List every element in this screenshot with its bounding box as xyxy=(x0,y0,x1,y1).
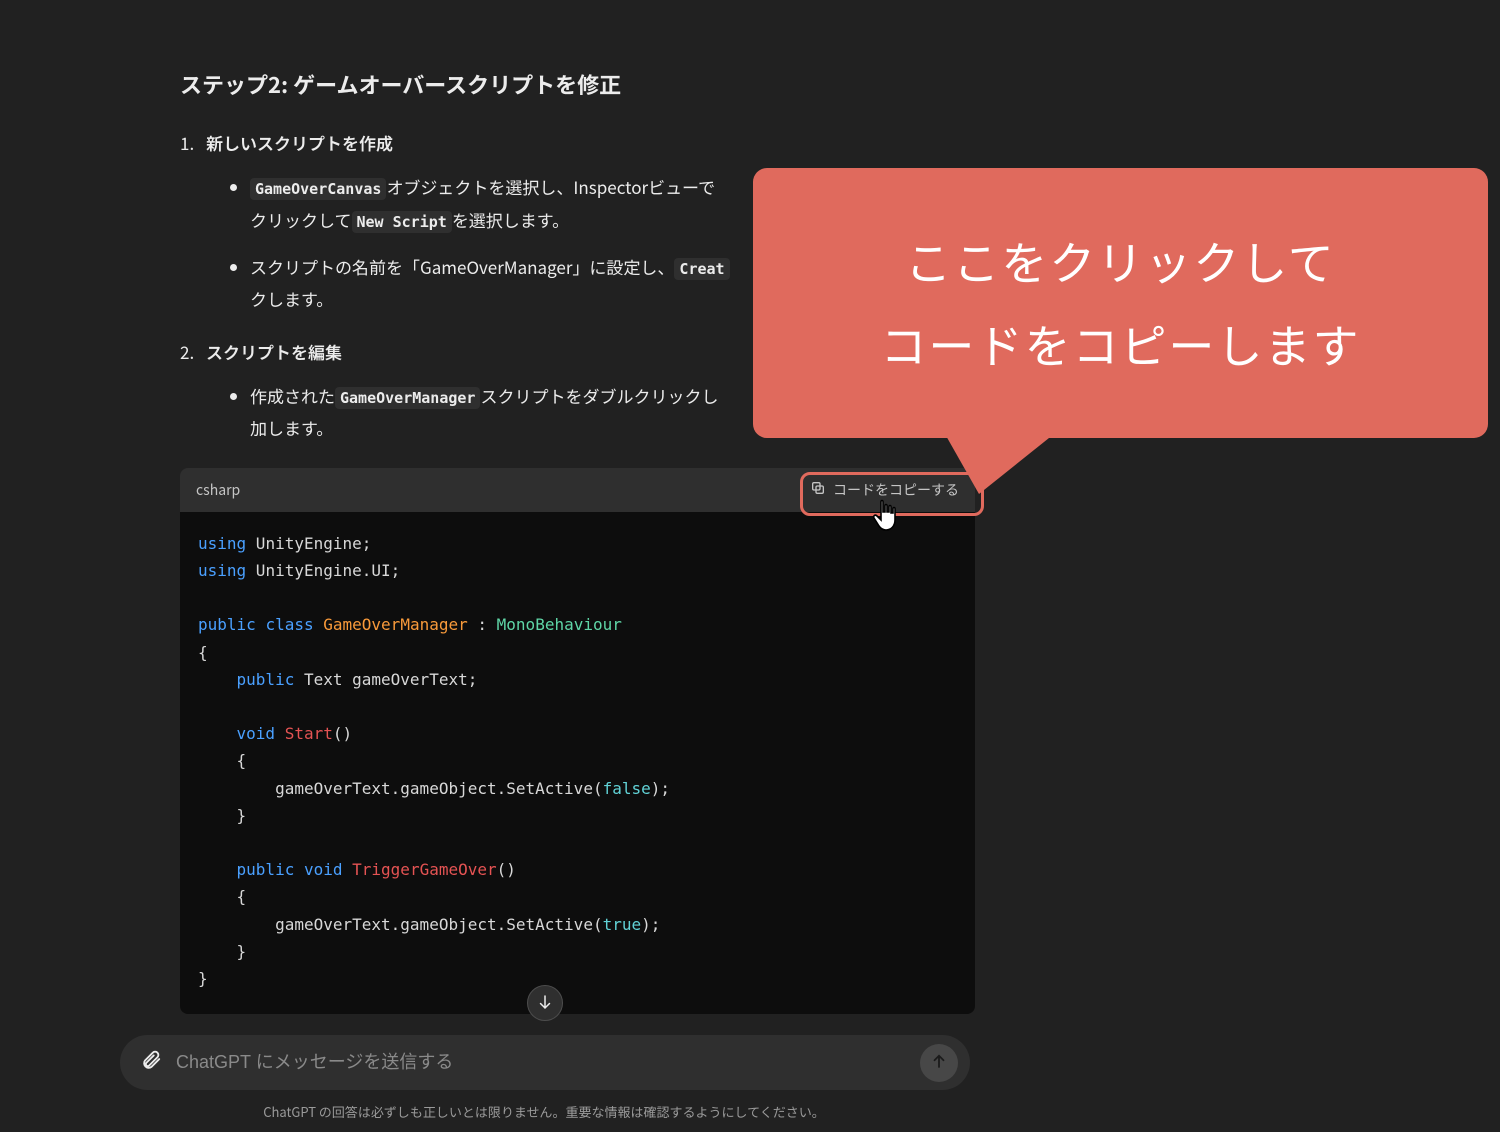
code-language-label: csharp xyxy=(196,480,240,500)
copy-code-button[interactable]: コードをコピーする xyxy=(810,480,959,500)
send-button[interactable] xyxy=(920,1044,958,1082)
text: 作成された xyxy=(250,383,335,408)
callout-tail xyxy=(945,434,1054,494)
inline-code: GameOverManager xyxy=(335,387,480,409)
code-body[interactable]: using UnityEngine; using UnityEngine.UI;… xyxy=(180,512,975,1014)
chat-input[interactable] xyxy=(164,1052,920,1073)
copy-code-label: コードをコピーする xyxy=(833,480,959,500)
inline-code: New Script xyxy=(352,211,452,233)
inline-code: GameOverCanvas xyxy=(250,178,386,200)
arrow-down-icon xyxy=(536,993,554,1014)
copy-icon xyxy=(810,480,826,499)
text: 加します。 xyxy=(250,415,333,440)
text: スクリプトをダブルクリックし xyxy=(480,383,718,408)
callout-line1: ここをクリックして xyxy=(905,220,1336,303)
chat-input-bar xyxy=(120,1035,970,1090)
text: オブジェクトを選択し、Inspectorビューで xyxy=(386,174,715,199)
code-block: csharp コードをコピーする using UnityEngine; usin… xyxy=(180,468,975,1014)
text: クリックして xyxy=(250,207,352,232)
text: スクリプトの名前を「GameOverManager」に設定し、 xyxy=(250,254,674,279)
footer-disclaimer: ChatGPT の回答は必ずしも正しいとは限りません。重要な情報は確認するように… xyxy=(0,1102,1088,1121)
inline-code: Creat xyxy=(674,258,729,280)
step-heading: ステップ2: ゲームオーバースクリプトを修正 xyxy=(180,68,980,100)
attach-button[interactable] xyxy=(138,1050,164,1076)
annotation-callout: ここをクリックして コードをコピーします xyxy=(753,168,1488,438)
arrow-up-icon xyxy=(930,1052,948,1073)
step-title: 新しいスクリプトを作成 xyxy=(206,130,980,155)
text: を選択します。 xyxy=(452,207,569,232)
paperclip-icon xyxy=(140,1049,162,1076)
callout-line2: コードをコピーします xyxy=(881,303,1361,386)
scroll-to-bottom-button[interactable] xyxy=(527,985,563,1021)
text: クします。 xyxy=(250,286,333,311)
code-header: csharp コードをコピーする xyxy=(180,468,975,512)
